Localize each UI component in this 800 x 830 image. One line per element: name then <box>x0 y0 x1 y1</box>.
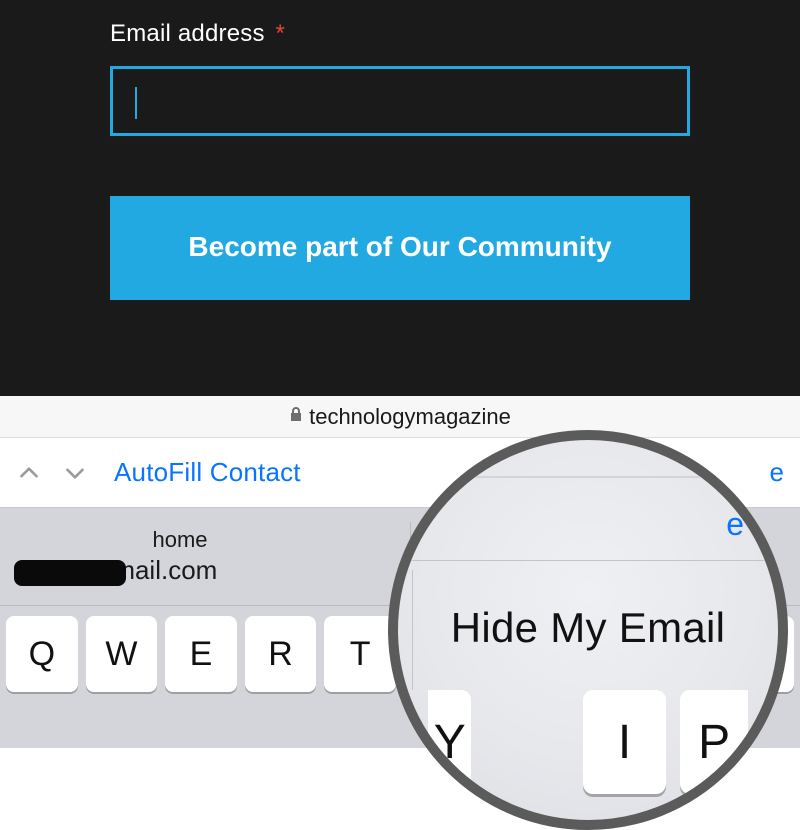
key-e[interactable]: E <box>165 616 237 692</box>
chevron-up-icon[interactable] <box>16 460 42 486</box>
autofill-contact-button[interactable]: AutoFill Contact <box>114 457 301 488</box>
address-bar-domain: technologymagazine <box>309 404 511 430</box>
mag-key-y[interactable]: Y <box>428 690 471 794</box>
magnifier-h-divider <box>398 560 778 561</box>
key-w[interactable]: W <box>86 616 158 692</box>
suggestion-label: home <box>20 527 340 553</box>
key-r[interactable]: R <box>245 616 317 692</box>
done-fragment[interactable]: e <box>770 457 784 488</box>
lock-icon <box>289 406 303 427</box>
redaction-block <box>14 560 126 586</box>
mag-key-p[interactable]: P <box>680 690 748 794</box>
required-asterisk: * <box>276 20 286 47</box>
key-q[interactable]: Q <box>6 616 78 692</box>
magnifier-done-fragment[interactable]: e <box>726 506 744 543</box>
email-label-text: Email address <box>110 20 265 47</box>
submit-button[interactable]: Become part of Our Community <box>110 196 690 300</box>
email-input[interactable] <box>110 66 690 136</box>
form-section: Email address * Become part of Our Commu… <box>0 0 800 396</box>
mag-key-i[interactable]: I <box>583 690 666 794</box>
hide-my-email-label[interactable]: Hide My Email <box>398 604 778 652</box>
email-label: Email address * <box>110 0 690 48</box>
text-cursor <box>135 87 137 119</box>
magnifier-overlay: e Hide My Email Y I P <box>388 430 788 830</box>
chevron-down-icon[interactable] <box>62 460 88 486</box>
autofill-suggestion-email[interactable]: home u@gmail.com <box>0 508 410 605</box>
magnifier-key-row: Y I P <box>398 690 778 794</box>
key-t[interactable]: T <box>324 616 396 692</box>
address-bar[interactable]: technologymagazine <box>0 396 800 438</box>
magnifier-top-border <box>398 476 778 478</box>
